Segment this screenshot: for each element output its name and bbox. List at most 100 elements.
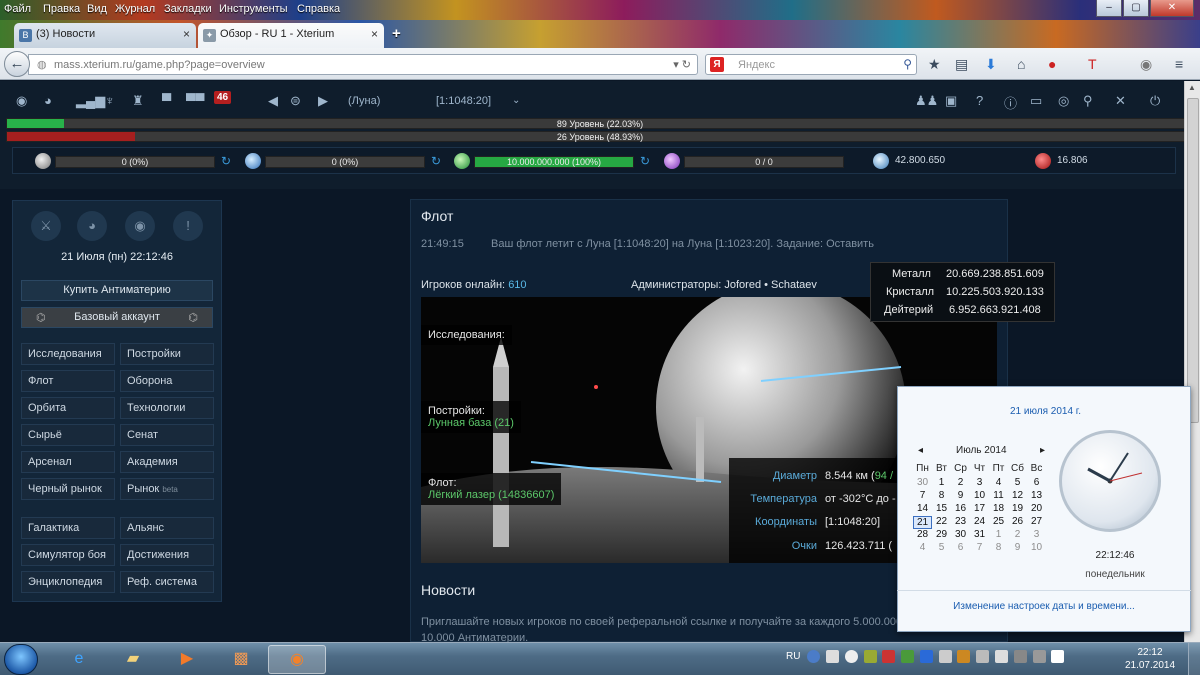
unread-messages-badge[interactable]: 46 xyxy=(214,91,232,104)
calendar-day[interactable]: 4 xyxy=(913,542,932,553)
nav-resources[interactable]: Сырьё xyxy=(21,424,115,446)
globe-icon[interactable]: ◕ xyxy=(77,211,107,241)
paint-icon[interactable]: ▩ xyxy=(212,645,270,674)
calendar-day[interactable]: 23 xyxy=(951,516,970,527)
url-bar[interactable]: ◍ mass.xterium.ru/game.php?page=overview… xyxy=(28,54,698,75)
calendar-day[interactable]: 2 xyxy=(1008,529,1027,540)
refresh-icon[interactable]: ↻ xyxy=(640,154,650,168)
volume-icon[interactable] xyxy=(995,650,1009,663)
menu-icon[interactable]: ≡ xyxy=(1175,56,1183,72)
calendar-day[interactable]: 9 xyxy=(1008,542,1027,553)
nav-achievements[interactable]: Достижения xyxy=(120,544,214,566)
signal-icon[interactable] xyxy=(1051,650,1065,663)
usb-icon[interactable] xyxy=(1013,650,1027,663)
medal-icon[interactable]: ♜ xyxy=(132,93,144,109)
url-text[interactable]: mass.xterium.ru/game.php?page=overview xyxy=(54,59,265,71)
next-planet-icon[interactable]: ▶ xyxy=(318,93,328,109)
calendar-day[interactable]: 18 xyxy=(989,503,1008,514)
nav-battle-sim[interactable]: Симулятор боя xyxy=(21,544,115,566)
calendar-day[interactable]: 7 xyxy=(913,490,932,501)
start-button[interactable] xyxy=(4,644,38,675)
calendar-month[interactable]: Июль 2014 xyxy=(956,445,1007,456)
calendar-day[interactable]: 28 xyxy=(913,529,932,540)
tab-xterium[interactable]: ✦ Обзор - RU 1 - Xterium × xyxy=(198,23,384,48)
tray-app-icon[interactable] xyxy=(882,650,896,663)
adblock-icon[interactable]: ● xyxy=(1048,56,1056,72)
calendar-day[interactable]: 1 xyxy=(932,477,951,488)
calendar-day[interactable]: 8 xyxy=(932,490,951,501)
calendar-day[interactable]: 5 xyxy=(932,542,951,553)
eye-icon[interactable]: ◉ xyxy=(16,93,27,109)
nvidia-icon[interactable] xyxy=(901,650,915,663)
refresh-icon[interactable]: ↻ xyxy=(431,154,441,168)
bookmarks-list-icon[interactable]: ▤ xyxy=(955,56,968,73)
calendar-day[interactable]: 13 xyxy=(1027,490,1046,501)
calendar-day[interactable]: 27 xyxy=(1027,516,1046,527)
power-icon[interactable] xyxy=(1032,650,1046,663)
calendar-day[interactable]: 22 xyxy=(932,516,951,527)
planet-coords[interactable]: [1:1048:20] xyxy=(436,95,491,107)
calendar-day[interactable]: 3 xyxy=(1027,529,1046,540)
calendar-day[interactable]: 26 xyxy=(1008,516,1027,527)
planet-name[interactable]: (Луна) xyxy=(348,95,380,107)
nav-fleet[interactable]: Флот xyxy=(21,370,115,392)
nav-senate[interactable]: Сенат xyxy=(120,424,214,446)
alliance-icon[interactable]: ♟♟ xyxy=(915,93,938,109)
calendar-day[interactable]: 30 xyxy=(913,477,932,488)
menu-file[interactable]: Файл xyxy=(4,3,31,15)
nav-referral[interactable]: Реф. система xyxy=(120,571,214,593)
scroll-up-icon[interactable]: ▲ xyxy=(1188,83,1196,92)
refresh-icon[interactable]: ↻ xyxy=(221,154,231,168)
close-tab-icon[interactable]: × xyxy=(183,27,190,41)
calendar-day[interactable]: 24 xyxy=(970,516,989,527)
nav-alliance[interactable]: Альянс xyxy=(120,517,214,539)
firefox-icon[interactable]: ◉ xyxy=(268,645,326,674)
basic-account-button[interactable]: ⌬ Базовый аккаунт ⌬ xyxy=(21,307,213,328)
tray-arrow-icon[interactable] xyxy=(826,650,840,663)
messages-icon[interactable]: ▀▀ xyxy=(186,93,204,108)
nav-buildings[interactable]: Постройки xyxy=(120,343,214,365)
alert-icon[interactable]: ! xyxy=(173,211,203,241)
settings-icon[interactable]: ✕ xyxy=(1115,93,1126,109)
sword-icon[interactable]: ⚔ xyxy=(31,211,61,241)
menu-help[interactable]: Справка xyxy=(297,3,340,15)
fleet-value[interactable]: Лёгкий лазер (14836607) xyxy=(428,489,554,501)
calendar-day[interactable]: 7 xyxy=(970,542,989,553)
network-icon[interactable] xyxy=(976,650,990,663)
trophy-icon[interactable]: ♆ xyxy=(105,93,115,108)
nav-orbit[interactable]: Орбита xyxy=(21,397,115,419)
chevron-down-icon[interactable]: ⌄ xyxy=(512,95,520,106)
support-icon[interactable]: ◎ xyxy=(1058,93,1069,109)
nav-galaxy[interactable]: Галактика xyxy=(21,517,115,539)
planet-icon[interactable]: ◕ xyxy=(44,93,52,108)
calendar-day[interactable]: 16 xyxy=(951,503,970,514)
restore-button[interactable]: ▢ xyxy=(1123,0,1149,17)
reload-icon[interactable]: ▾ ↻ xyxy=(673,58,691,71)
fleet-event-message[interactable]: Ваш флот летит с Луна [1:1048:20] на Лун… xyxy=(491,238,874,250)
calendar-day[interactable]: 10 xyxy=(1027,542,1046,553)
new-tab-button[interactable]: + xyxy=(392,25,401,42)
nav-defense[interactable]: Оборона xyxy=(120,370,214,392)
calendar-day[interactable]: 5 xyxy=(1008,477,1027,488)
monitor-icon[interactable] xyxy=(938,650,952,663)
media-player-icon[interactable]: ▶ xyxy=(158,645,216,674)
show-desktop-button[interactable] xyxy=(1188,643,1200,675)
calendar-day[interactable]: 17 xyxy=(970,503,989,514)
calendar-day[interactable]: 8 xyxy=(989,542,1008,553)
calendar-day[interactable]: 12 xyxy=(1008,490,1027,501)
menu-view[interactable]: Вид xyxy=(87,3,107,15)
calendar-date-heading[interactable]: 21 июля 2014 г. xyxy=(898,406,1193,417)
calendar-day[interactable]: 31 xyxy=(970,529,989,540)
calendar-day[interactable]: 30 xyxy=(951,529,970,540)
bluetooth-icon[interactable] xyxy=(919,650,933,663)
eye-icon[interactable]: ◉ xyxy=(125,211,155,241)
menu-history[interactable]: Журнал xyxy=(115,3,155,15)
calendar-day[interactable]: 2 xyxy=(951,477,970,488)
menu-tools[interactable]: Инструменты xyxy=(219,3,288,15)
language-indicator[interactable]: RU xyxy=(786,651,800,662)
ie-icon[interactable]: e xyxy=(50,645,108,674)
chat-icon[interactable]: ▀ xyxy=(162,93,171,108)
search-icon[interactable]: ⚲ xyxy=(903,57,912,71)
notes-icon[interactable]: ▣ xyxy=(945,93,957,109)
nav-arsenal[interactable]: Арсенал xyxy=(21,451,115,473)
